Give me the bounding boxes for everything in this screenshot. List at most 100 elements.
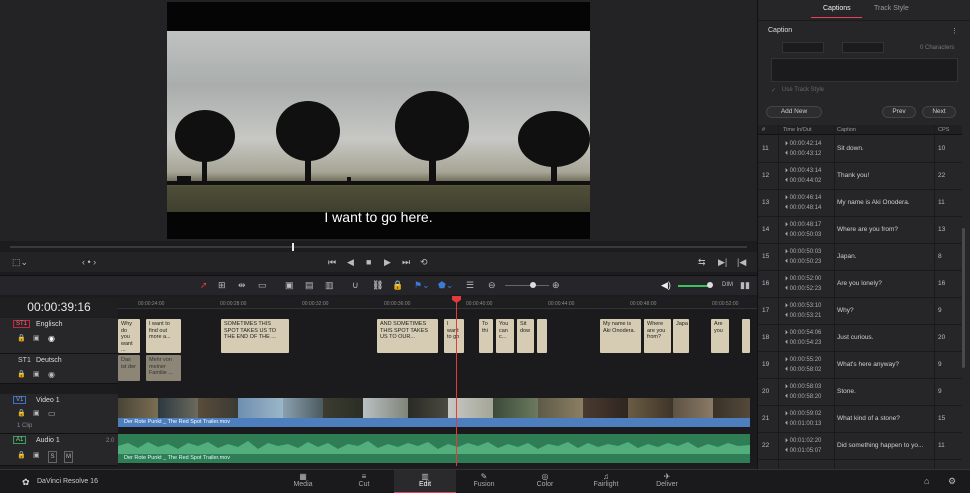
track-name[interactable]: Deutsch bbox=[36, 357, 62, 364]
track-name[interactable]: Video 1 bbox=[36, 397, 60, 404]
caption-row[interactable]: 22 ⏵ 00:01:02:20 ⏴ 00:01:05:07 Did somethin… bbox=[758, 433, 962, 460]
video-clip-name[interactable]: Der Rote Punkt _ The Red Spot Trailer.mo… bbox=[118, 418, 750, 427]
track-header-a1[interactable]: A1 Audio 1 2.0 🔒 ▣ S M bbox=[0, 434, 118, 466]
caption-row[interactable]: 14 ⏵ 00:00:48:17 ⏴ 00:00:50:03 Where are yo… bbox=[758, 217, 962, 244]
trim-tool-icon[interactable]: ⊞ bbox=[218, 280, 226, 290]
disable-track-icon[interactable]: ▭ bbox=[48, 409, 56, 419]
caption-text-field[interactable] bbox=[771, 58, 958, 82]
linked-selection-icon[interactable]: ⛓ bbox=[372, 280, 383, 290]
caption-row[interactable]: 21 ⏵ 00:00:59:02 ⏴ 00:01:00:13 What kind of… bbox=[758, 406, 962, 433]
page-cut[interactable]: ≡ Cut bbox=[333, 470, 395, 493]
prev-button[interactable]: Prev bbox=[882, 106, 916, 118]
lock-icon[interactable]: 🔒 bbox=[17, 370, 26, 380]
blade-tool-icon[interactable]: ▭ bbox=[258, 280, 267, 290]
auto-select-icon[interactable]: ▣ bbox=[33, 451, 40, 461]
speaker-icon[interactable]: ◀) bbox=[661, 280, 671, 290]
caption-row[interactable]: 12 ⏵ 00:00:43:14 ⏴ 00:00:44:02 Thank you! 22 bbox=[758, 163, 962, 190]
match-frame-icon[interactable]: ⇆ bbox=[698, 257, 706, 267]
go-to-end-icon[interactable]: ⏭ bbox=[402, 257, 410, 267]
eye-icon[interactable]: ◉ bbox=[48, 334, 55, 344]
subtitle-clip[interactable]: To thi bbox=[479, 319, 493, 353]
use-track-style-checkbox[interactable]: ✓ bbox=[771, 87, 776, 94]
track-header-v1[interactable]: V1 Video 1 🔒 ▣ ▭ 1 Clip bbox=[0, 394, 118, 434]
home-icon[interactable]: ⌂ bbox=[924, 476, 929, 486]
subtitle-clip-de[interactable]: Mehr von meiner Familie ... bbox=[146, 355, 181, 381]
video-clip-thumbnails[interactable] bbox=[118, 398, 750, 418]
lock-icon[interactable]: 🔒 bbox=[17, 451, 26, 461]
timeline-timecode[interactable]: 00:00:39:16 bbox=[0, 298, 118, 317]
snapping-icon[interactable]: ∪ bbox=[352, 280, 359, 290]
lock-icon[interactable]: 🔒 bbox=[17, 409, 26, 419]
dim-button[interactable]: DIM bbox=[722, 280, 733, 290]
next-button[interactable]: Next bbox=[922, 106, 956, 118]
panel-options-icon[interactable]: ⋮ bbox=[951, 27, 958, 37]
audio-meter-icon[interactable]: ▮▮ bbox=[740, 280, 750, 290]
mute-button[interactable]: M bbox=[64, 451, 73, 463]
auto-select-icon[interactable]: ▣ bbox=[33, 409, 40, 419]
page-fusion[interactable]: ✎ Fusion bbox=[453, 470, 515, 493]
marker-icon[interactable]: ⬟⌄ bbox=[438, 280, 453, 290]
page-edit[interactable]: ▥ Edit bbox=[394, 470, 456, 493]
go-to-start-icon[interactable]: ⏮ bbox=[328, 257, 336, 267]
caption-row[interactable]: 15 ⏵ 00:00:50:03 ⏴ 00:00:50:23 Japan. 8 bbox=[758, 244, 962, 271]
zoom-slider-thumb[interactable] bbox=[530, 282, 536, 288]
caption-list[interactable]: 11 ⏵ 00:00:42:14 ⏴ 00:00:43:12 Sit down. 10 1… bbox=[758, 125, 962, 469]
viewer-options-icon[interactable]: ⬚⌄ bbox=[12, 257, 28, 267]
volume-thumb[interactable] bbox=[707, 282, 713, 288]
settings-gear-icon[interactable]: ⚙ bbox=[948, 476, 956, 486]
page-fairlight[interactable]: ♫ Fairlight bbox=[575, 470, 637, 493]
play-reverse-icon[interactable]: ◀ bbox=[347, 257, 354, 267]
subtitle-clip[interactable] bbox=[742, 319, 750, 353]
loop-icon[interactable]: ⟲ bbox=[420, 257, 428, 267]
page-color[interactable]: ◎ Color bbox=[514, 470, 576, 493]
caption-row[interactable]: 16 ⏵ 00:00:52:00 ⏴ 00:00:52:23 Are you lone… bbox=[758, 271, 962, 298]
eye-icon[interactable]: ◉ bbox=[48, 370, 55, 380]
track-output-icon[interactable]: ▣ bbox=[33, 370, 40, 380]
track-output-icon[interactable]: ▣ bbox=[33, 334, 40, 344]
caption-row[interactable]: 19 ⏵ 00:00:55:20 ⏴ 00:00:58:02 What's here … bbox=[758, 352, 962, 379]
time-out-field[interactable] bbox=[842, 42, 884, 53]
zoom-slider[interactable] bbox=[505, 285, 549, 286]
subtitle-clip-de[interactable]: Das ist der bbox=[118, 355, 140, 381]
volume-slider[interactable] bbox=[678, 285, 710, 287]
video-frame[interactable]: I want to go here. bbox=[167, 2, 590, 239]
position-lock-icon[interactable]: 🔒 bbox=[392, 280, 403, 290]
next-edit-icon[interactable]: ▶| bbox=[718, 257, 727, 267]
caption-row[interactable]: 17 ⏵ 00:00:53:10 ⏴ 00:00:53:21 Why? 9 bbox=[758, 298, 962, 325]
solo-button[interactable]: S bbox=[48, 451, 57, 463]
overwrite-clip-icon[interactable]: ▤ bbox=[305, 280, 314, 290]
subtitle-clip[interactable]: You can c... bbox=[496, 319, 514, 353]
zoom-in-icon[interactable]: ⊕ bbox=[552, 280, 560, 290]
caption-row[interactable]: 13 ⏵ 00:00:46:14 ⏴ 00:00:48:14 My name is A… bbox=[758, 190, 962, 217]
lock-icon[interactable]: 🔒 bbox=[17, 334, 26, 344]
selection-tool-icon[interactable]: ➚ bbox=[200, 280, 208, 290]
timeline-tracks[interactable]: Why do you want ... I want to find out m… bbox=[118, 310, 757, 465]
subtitle-clip[interactable]: SOMETIMES THIS SPOT TAKES US TO THE END … bbox=[221, 319, 289, 353]
track-name[interactable]: Englisch bbox=[36, 321, 62, 328]
caption-row[interactable]: 11 ⏵ 00:00:42:14 ⏴ 00:00:43:12 Sit down. 10 bbox=[758, 136, 962, 163]
subtitle-clip[interactable]: I want to find out more a... bbox=[146, 319, 181, 353]
track-header-st1-englisch[interactable]: ST1 Englisch 🔒 ▣ ◉ bbox=[0, 318, 118, 354]
prev-edit-icon[interactable]: |◀ bbox=[737, 257, 746, 267]
replace-clip-icon[interactable]: ▥ bbox=[325, 280, 334, 290]
caption-row[interactable]: 18 ⏵ 00:00:54:06 ⏴ 00:00:54:23 Just curious… bbox=[758, 325, 962, 352]
subtitle-clip[interactable] bbox=[537, 319, 547, 353]
audio-clip[interactable]: Der Rote Punkt _ The Red Spot Trailer.mo… bbox=[118, 434, 750, 463]
add-new-button[interactable]: Add New bbox=[766, 106, 822, 118]
timeline-ruler[interactable]: 00:00:24:00 00:00:28:00 00:00:32:00 00:0… bbox=[118, 297, 757, 309]
subtitle-clip[interactable]: Are you bbox=[711, 319, 729, 353]
subtitle-clip[interactable]: I want to go bbox=[444, 319, 464, 353]
tab-captions[interactable]: Captions bbox=[823, 5, 851, 12]
page-media[interactable]: ▦ Media bbox=[272, 470, 334, 493]
subtitle-clip[interactable]: Japa bbox=[673, 319, 689, 353]
subtitle-clip[interactable]: Why do you want ... bbox=[118, 319, 140, 353]
zoom-out-icon[interactable]: ⊖ bbox=[488, 280, 496, 290]
tab-track-style[interactable]: Track Style bbox=[874, 5, 909, 12]
timeline-playhead[interactable] bbox=[456, 296, 457, 466]
time-in-field[interactable] bbox=[782, 42, 824, 53]
subtitle-clip[interactable]: AND SOMETIMES THIS SPOT TAKES US TO OUR.… bbox=[377, 319, 438, 353]
flag-icon[interactable]: ⚑⌄ bbox=[414, 280, 430, 290]
track-name[interactable]: Audio 1 bbox=[36, 437, 60, 444]
insert-clip-icon[interactable]: ▣ bbox=[285, 280, 294, 290]
subtitle-clip[interactable]: My name is Aki Onodera. bbox=[600, 319, 641, 353]
